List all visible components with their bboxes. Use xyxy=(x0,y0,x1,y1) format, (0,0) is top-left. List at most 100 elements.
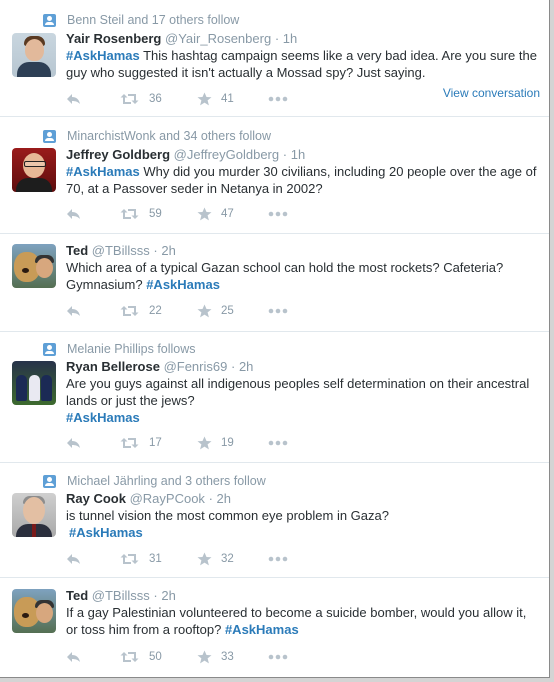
hashtag-link[interactable]: #AskHamas xyxy=(146,277,220,292)
view-conversation-link[interactable]: View conversation xyxy=(443,86,540,100)
more-button[interactable] xyxy=(268,211,288,217)
retweet-button[interactable]: 17 xyxy=(120,436,197,450)
tweet-card[interactable]: Ted @TBillsss · 2h If a gay Palestinian … xyxy=(0,578,549,678)
reply-button[interactable] xyxy=(66,437,120,449)
reply-icon xyxy=(66,208,81,220)
star-icon xyxy=(197,650,212,664)
retweet-icon xyxy=(120,207,139,221)
favorite-button[interactable]: 32 xyxy=(197,552,268,566)
tweet-body: Are you guys against all indigenous peop… xyxy=(66,376,533,408)
retweet-button[interactable]: 50 xyxy=(120,650,197,664)
avatar[interactable] xyxy=(12,589,56,633)
retweet-button[interactable]: 36 xyxy=(120,92,197,106)
social-context: Melanie Phillips follows xyxy=(43,341,196,357)
reply-button[interactable] xyxy=(66,305,120,317)
timestamp[interactable]: 1h xyxy=(291,147,305,162)
more-icon xyxy=(268,308,288,314)
avatar[interactable] xyxy=(12,361,56,405)
tweet-actions: 17 19 xyxy=(66,435,288,451)
favorite-count: 32 xyxy=(221,553,234,565)
retweet-icon xyxy=(120,92,139,106)
hashtag-link[interactable]: #AskHamas xyxy=(66,164,140,179)
retweet-button[interactable]: 31 xyxy=(120,552,197,566)
tweet-text: #AskHamas This hashtag campaign seems li… xyxy=(66,47,541,81)
more-button[interactable] xyxy=(268,96,288,102)
retweet-icon xyxy=(120,552,139,566)
favorite-button[interactable]: 47 xyxy=(197,207,268,221)
star-icon xyxy=(197,304,212,318)
hashtag-link[interactable]: #AskHamas xyxy=(69,525,143,540)
avatar[interactable] xyxy=(12,33,56,77)
tweet-header: Ray Cook @RayPCook · 2h xyxy=(66,490,541,507)
author-handle[interactable]: @TBillsss xyxy=(92,243,150,258)
tweet-body: is tunnel vision the most common eye pro… xyxy=(66,508,389,523)
star-icon xyxy=(197,92,212,106)
timestamp[interactable]: 2h xyxy=(161,243,175,258)
author-name[interactable]: Ted xyxy=(66,588,88,603)
tweet-text: #AskHamas Why did you murder 30 civilian… xyxy=(66,163,541,197)
tweet-actions: 22 25 xyxy=(66,303,288,319)
author-handle[interactable]: @TBillsss xyxy=(92,588,150,603)
avatar[interactable] xyxy=(12,148,56,192)
tweet-card[interactable]: MinarchistWonk and 34 others follow Jeff… xyxy=(0,117,549,234)
hashtag-link[interactable]: #AskHamas xyxy=(66,410,140,425)
tweet-actions: 50 33 xyxy=(66,649,288,665)
avatar[interactable] xyxy=(12,493,56,537)
social-context: Benn Steil and 17 others follow xyxy=(43,12,239,28)
avatar[interactable] xyxy=(12,244,56,288)
retweet-icon xyxy=(120,304,139,318)
retweet-button[interactable]: 59 xyxy=(120,207,197,221)
tweet-card[interactable]: Michael Jährling and 3 others follow Ray… xyxy=(0,463,549,578)
hashtag-link[interactable]: #AskHamas xyxy=(225,622,299,637)
author-name[interactable]: Ray Cook xyxy=(66,491,126,506)
author-handle[interactable]: @JeffreyGoldberg xyxy=(174,147,279,162)
hashtag-link[interactable]: #AskHamas xyxy=(66,48,140,63)
reply-icon xyxy=(66,553,81,565)
tweet-header: Yair Rosenberg @Yair_Rosenberg · 1h xyxy=(66,30,541,47)
more-button[interactable] xyxy=(268,654,288,660)
tweet-header: Ted @TBillsss · 2h xyxy=(66,242,541,259)
reply-button[interactable] xyxy=(66,651,120,663)
tweet-text: is tunnel vision the most common eye pro… xyxy=(66,507,541,541)
author-name[interactable]: Ted xyxy=(66,243,88,258)
more-icon xyxy=(268,654,288,660)
social-context-label: MinarchistWonk and 34 others follow xyxy=(67,129,272,143)
timestamp[interactable]: 2h xyxy=(161,588,175,603)
favorite-button[interactable]: 19 xyxy=(197,436,268,450)
tweet-actions: 59 47 xyxy=(66,206,288,222)
favorite-count: 33 xyxy=(221,651,234,663)
tweet-text: If a gay Palestinian volunteered to beco… xyxy=(66,604,541,638)
retweet-count: 17 xyxy=(149,437,162,449)
more-button[interactable] xyxy=(268,308,288,314)
favorite-button[interactable]: 25 xyxy=(197,304,268,318)
reply-icon xyxy=(66,93,81,105)
author-handle[interactable]: @Fenris69 xyxy=(164,359,228,374)
reply-icon xyxy=(66,305,81,317)
tweet-card[interactable]: Benn Steil and 17 others follow Yair Ros… xyxy=(0,0,549,117)
author-name[interactable]: Jeffrey Goldberg xyxy=(66,147,170,162)
author-handle[interactable]: @RayPCook xyxy=(130,491,205,506)
favorite-button[interactable]: 33 xyxy=(197,650,268,664)
retweet-count: 36 xyxy=(149,93,162,105)
author-name[interactable]: Yair Rosenberg xyxy=(66,31,161,46)
more-icon xyxy=(268,440,288,446)
reply-button[interactable] xyxy=(66,93,120,105)
more-button[interactable] xyxy=(268,556,288,562)
retweet-count: 22 xyxy=(149,305,162,317)
reply-button[interactable] xyxy=(66,553,120,565)
reply-button[interactable] xyxy=(66,208,120,220)
timestamp[interactable]: 2h xyxy=(217,491,231,506)
author-name[interactable]: Ryan Bellerose xyxy=(66,359,160,374)
social-context: Michael Jährling and 3 others follow xyxy=(43,473,266,489)
author-handle[interactable]: @Yair_Rosenberg xyxy=(165,31,271,46)
favorite-button[interactable]: 41 xyxy=(197,92,268,106)
separator: · xyxy=(282,147,288,162)
tweet-actions: 31 32 xyxy=(66,551,288,567)
retweet-count: 31 xyxy=(149,553,162,565)
timestamp[interactable]: 1h xyxy=(283,31,297,46)
tweet-card[interactable]: Ted @TBillsss · 2h Which area of a typic… xyxy=(0,234,549,332)
tweet-card[interactable]: Melanie Phillips follows Ryan Bellerose … xyxy=(0,332,549,463)
retweet-button[interactable]: 22 xyxy=(120,304,197,318)
more-button[interactable] xyxy=(268,440,288,446)
timestamp[interactable]: 2h xyxy=(239,359,253,374)
